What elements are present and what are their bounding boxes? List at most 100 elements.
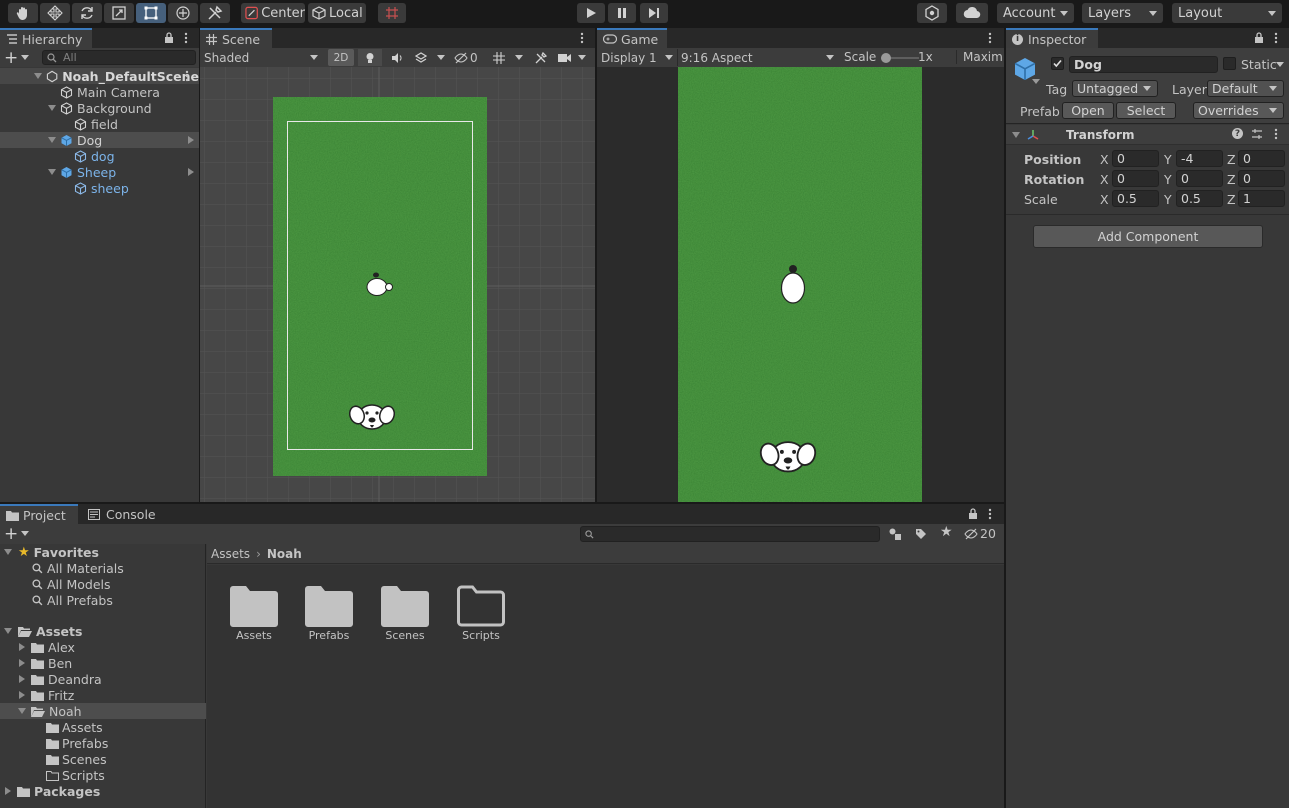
audio-toggle[interactable] — [386, 49, 408, 66]
maximize-on-play-toggle[interactable]: Maximi — [956, 50, 1004, 64]
tag-dropdown[interactable]: Untagged — [1072, 80, 1158, 97]
subfolder-scripts[interactable]: Scripts — [0, 767, 206, 783]
hierarchy-item-main-camera[interactable]: Main Camera — [0, 84, 199, 100]
subfolder-prefabs[interactable]: Prefabs — [0, 735, 206, 751]
hierarchy-scene-row[interactable]: Noah_DefaultScene — [0, 68, 199, 84]
display-dropdown[interactable]: Display 1 — [601, 49, 675, 66]
rotation-y-field[interactable]: 0 — [1176, 170, 1223, 187]
account-dropdown[interactable]: Account — [997, 3, 1074, 23]
object-name-field[interactable]: Dog — [1069, 56, 1218, 73]
folder-noah[interactable]: Noah — [0, 703, 206, 719]
project-search-input[interactable] — [580, 526, 880, 542]
tab-game[interactable]: Game — [597, 28, 667, 48]
slider-thumb[interactable] — [881, 53, 891, 63]
grid-folder-assets[interactable]: Assets — [224, 585, 284, 642]
grid-dropdown[interactable] — [490, 49, 526, 66]
tab-console[interactable]: Console — [82, 504, 162, 524]
folder-fritz[interactable]: Fritz — [0, 687, 206, 703]
transform-header[interactable]: Transform ? — [1006, 125, 1289, 145]
add-object-button[interactable]: + — [4, 49, 32, 66]
more-menu-icon[interactable] — [580, 32, 584, 44]
assets-root-folder[interactable]: Assets — [0, 623, 206, 639]
rotate-tool-button[interactable] — [72, 3, 102, 23]
scale-z-field[interactable]: 1 — [1238, 190, 1285, 207]
effects-dropdown[interactable] — [412, 49, 448, 66]
rect-tool-button[interactable] — [136, 3, 166, 23]
breadcrumb-root[interactable]: Assets — [211, 547, 250, 561]
camera-dropdown[interactable] — [556, 49, 588, 66]
more-menu-icon[interactable] — [1274, 32, 1278, 44]
more-menu-icon[interactable] — [988, 32, 992, 44]
position-y-field[interactable]: -4 — [1176, 150, 1223, 167]
more-menu-icon[interactable] — [1274, 128, 1278, 140]
lock-icon[interactable] — [968, 508, 978, 520]
scale-x-field[interactable]: 0.5 — [1112, 190, 1159, 207]
hierarchy-item-dog-sprite[interactable]: dog — [0, 148, 199, 164]
hierarchy-item-dog[interactable]: Dog — [0, 132, 199, 148]
layer-dropdown[interactable]: Default — [1207, 80, 1284, 97]
subfolder-scenes[interactable]: Scenes — [0, 751, 206, 767]
hierarchy-item-background[interactable]: Background — [0, 100, 199, 116]
subfolder-assets[interactable]: Assets — [0, 719, 206, 735]
space-local-toggle[interactable]: Local — [308, 3, 366, 23]
grid-folder-prefabs[interactable]: Prefabs — [299, 585, 359, 642]
lock-icon[interactable] — [1254, 32, 1264, 44]
move-tool-button[interactable] — [40, 3, 70, 23]
more-menu-icon[interactable] — [184, 32, 188, 44]
custom-tool-button[interactable] — [200, 3, 230, 23]
lock-icon[interactable] — [164, 32, 174, 44]
dog-sprite[interactable] — [349, 400, 395, 436]
create-asset-button[interactable]: + — [4, 525, 32, 542]
label-tag-icon[interactable] — [915, 528, 927, 540]
hidden-objects-toggle[interactable]: 0 — [454, 49, 484, 66]
grid-folder-scripts[interactable]: Scripts — [451, 585, 511, 642]
packages-root-folder[interactable]: Packages — [0, 783, 206, 799]
position-x-field[interactable]: 0 — [1112, 150, 1159, 167]
grid-folder-scenes[interactable]: Scenes — [375, 585, 435, 642]
hidden-packages-toggle[interactable]: 20 — [964, 526, 996, 541]
lighting-toggle[interactable] — [358, 49, 382, 66]
game-viewport[interactable] — [597, 67, 1004, 502]
hierarchy-item-sheep[interactable]: Sheep — [0, 164, 199, 180]
layout-dropdown[interactable]: Layout — [1172, 3, 1282, 23]
shading-mode-dropdown[interactable]: Shaded — [204, 49, 320, 66]
aspect-dropdown[interactable]: 9:16 Aspect — [677, 49, 837, 66]
position-z-field[interactable]: 0 — [1238, 150, 1285, 167]
tab-project[interactable]: Project — [0, 504, 78, 524]
hand-tool-button[interactable] — [8, 3, 38, 23]
tab-inspector[interactable]: i Inspector — [1006, 28, 1098, 48]
tab-scene[interactable]: Scene — [200, 28, 272, 48]
play-button[interactable] — [577, 3, 605, 23]
favorite-item[interactable]: All Prefabs — [0, 592, 206, 608]
scene-tools-button[interactable] — [531, 49, 551, 66]
pause-button[interactable] — [608, 3, 636, 23]
favorite-item[interactable]: All Materials — [0, 560, 206, 576]
scene-viewport[interactable] — [200, 67, 595, 502]
search-by-type-icon[interactable] — [889, 528, 902, 540]
prefab-open-button[interactable]: Open — [1062, 102, 1114, 119]
step-button[interactable] — [640, 3, 668, 23]
folder-alex[interactable]: Alex — [0, 639, 206, 655]
sheep-sprite[interactable] — [363, 270, 395, 302]
2d-mode-toggle[interactable]: 2D — [328, 49, 354, 66]
star-icon[interactable]: ★ — [940, 524, 953, 540]
folder-deandra[interactable]: Deandra — [0, 671, 206, 687]
prefab-open-arrow-icon[interactable] — [188, 168, 194, 176]
collab-button[interactable] — [917, 3, 947, 23]
breadcrumb-current[interactable]: Noah — [267, 547, 302, 561]
more-menu-icon[interactable] — [185, 70, 189, 82]
tab-hierarchy[interactable]: Hierarchy — [0, 28, 92, 48]
scale-y-field[interactable]: 0.5 — [1176, 190, 1223, 207]
favorite-item[interactable]: All Models — [0, 576, 206, 592]
active-checkbox[interactable] — [1051, 57, 1064, 70]
overrides-dropdown[interactable]: Overrides — [1193, 102, 1284, 119]
static-checkbox[interactable] — [1223, 57, 1236, 70]
rotation-z-field[interactable]: 0 — [1238, 170, 1285, 187]
add-component-button[interactable]: Add Component — [1033, 225, 1263, 248]
scale-slider[interactable] — [881, 53, 919, 63]
preset-sliders-icon[interactable] — [1251, 128, 1263, 140]
scale-tool-button[interactable] — [104, 3, 134, 23]
hierarchy-item-sheep-sprite[interactable]: sheep — [0, 180, 199, 196]
grid-snap-button[interactable] — [378, 3, 406, 23]
favorites-header[interactable]: ★ Favorites — [0, 544, 206, 560]
